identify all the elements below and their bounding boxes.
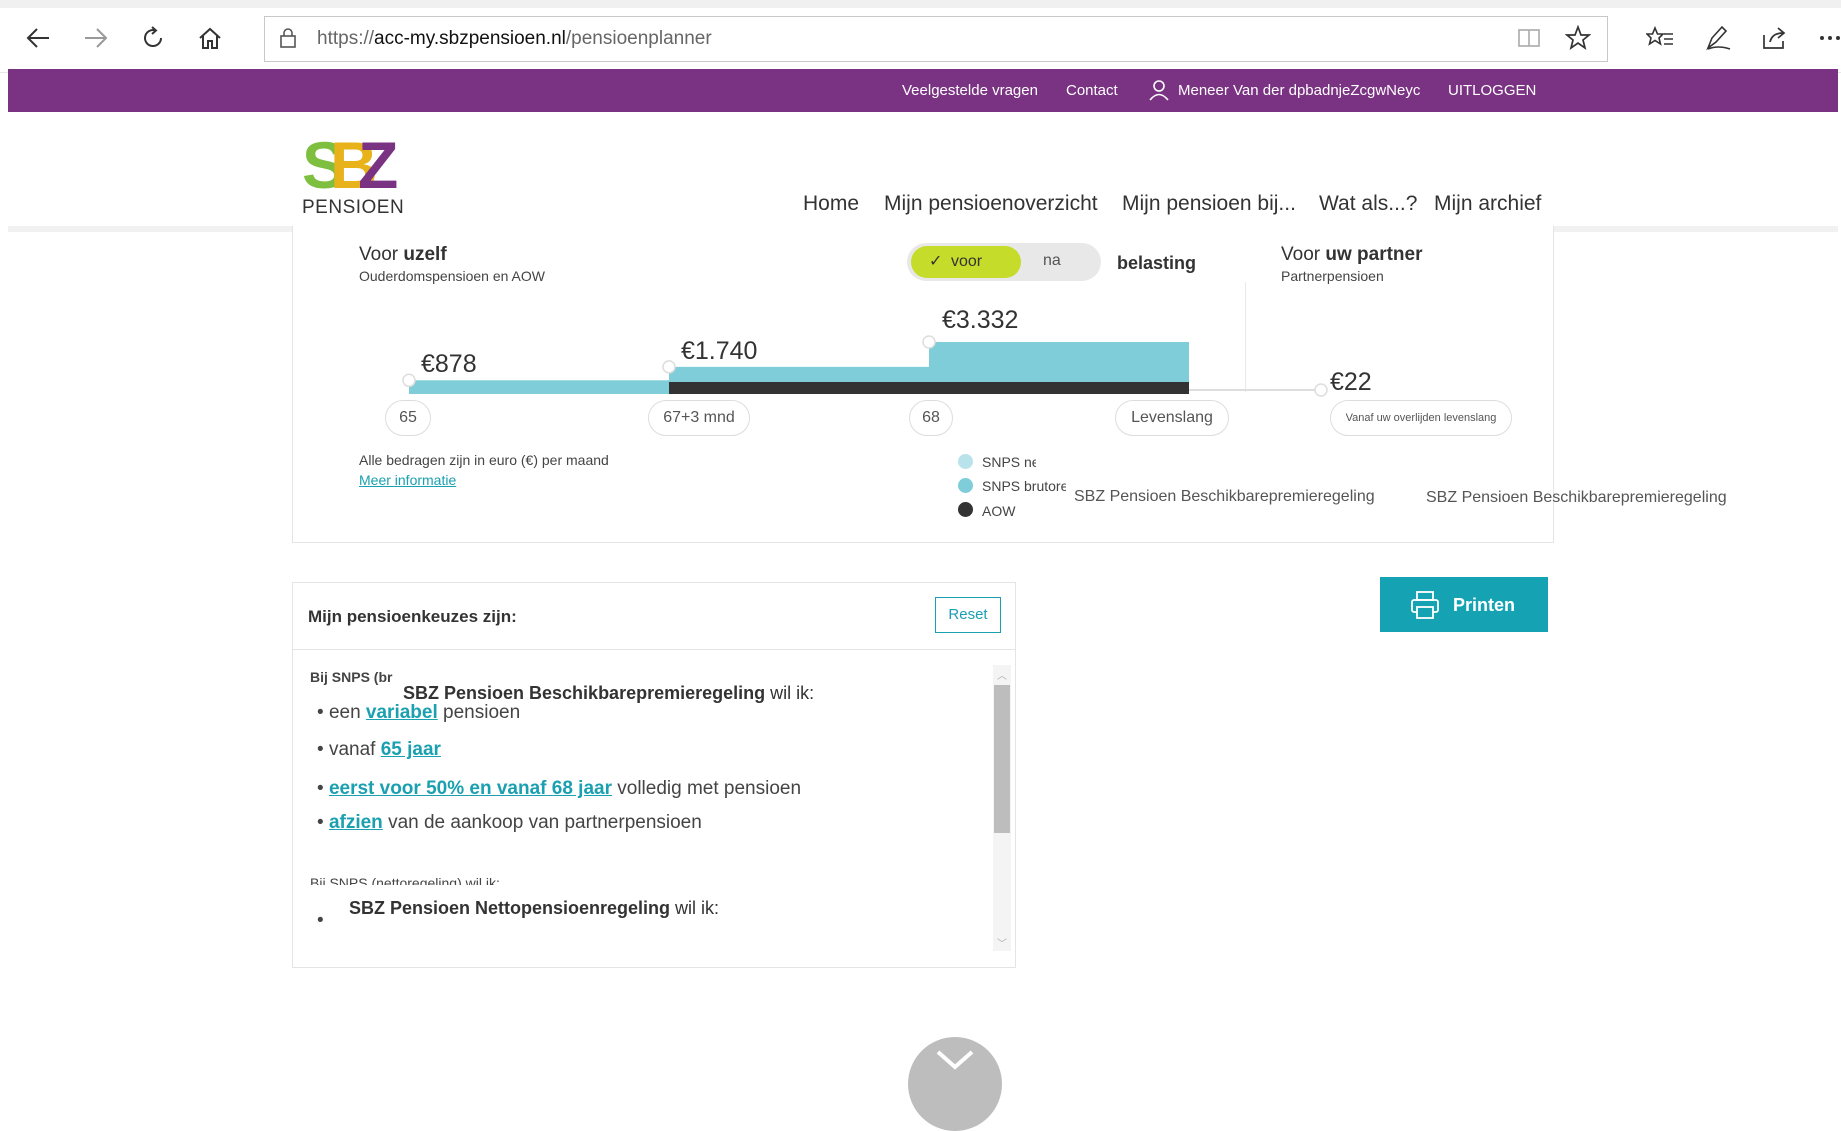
browser-toolbar: https://acc-my.sbzpensioen.nl/pensioenpl… [0,0,1841,73]
nav-my-pension-at[interactable]: Mijn pensioen bij... [1122,192,1296,216]
logout-link[interactable]: UITLOGGEN [1448,82,1536,99]
amount-label-68: €3.332 [942,306,1019,334]
section2-overlay: SBZ Pensioen Nettopensioenregeling wil i… [345,896,724,921]
age-pill-68[interactable]: 68 [909,400,953,436]
reading-view-icon[interactable] [1517,27,1541,54]
legend-dot-bruto [958,478,973,493]
legend-overlay-label-2: SBZ Pensioen Beschikbarepremieregeling [1426,489,1727,506]
step-marker-2 [922,335,936,349]
step-marker-0 [402,373,416,388]
bar-snps-1 [669,366,929,382]
age-pill-65[interactable]: 65 [385,400,431,436]
choices-header: Mijn pensioenkeuzes zijn: Reset [293,583,1015,650]
partner-pill[interactable]: Vanaf uw overlijden levenslang [1330,400,1512,436]
print-label: Printen [1453,595,1516,615]
address-bar[interactable]: https://acc-my.sbzpensioen.nl/pensioenpl… [264,16,1608,62]
pension-choices-panel: Mijn pensioenkeuzes zijn: Reset Bij SNPS… [292,582,1016,968]
lock-icon [279,27,297,54]
pen-icon[interactable] [1700,20,1736,56]
decline-link[interactable]: afzien [329,812,383,833]
favorite-star-icon[interactable] [1564,24,1592,56]
bar-aow-2 [929,382,1189,394]
amounts-note: Alle bedragen zijn in euro (€) per maand [359,452,609,468]
reset-button[interactable]: Reset [935,597,1001,633]
sbz-logo[interactable]: S B Z PENSIOEN [302,128,412,219]
section1-label: Bij SNPS (br [310,669,393,685]
section2-bullet: • [317,910,324,931]
step-marker-1 [662,360,676,374]
print-button[interactable]: Printen [1380,577,1548,632]
user-name[interactable]: Meneer Van der dpbadnjeZcgwNeyc [1178,82,1420,99]
tab-strip [0,0,1841,8]
bar-snps-0 [409,380,669,394]
legend-label-netto: SNPS ne [982,454,1036,470]
legend-dot-netto [958,454,973,469]
choice-partial-retirement: • eerst voor 50% en vanaf 68 jaar volled… [317,778,802,799]
legend-label-aow: AOW [982,503,1016,519]
chevron-down-icon [936,1050,974,1070]
nav-pension-overview[interactable]: Mijn pensioenoverzicht [884,192,1098,216]
nav-what-if[interactable]: Wat als...? [1319,192,1417,216]
scrollbar[interactable]: ︿ ﹀ [993,665,1011,951]
partial-retirement-link[interactable]: eerst voor 50% en vanaf 68 jaar [329,778,612,799]
age-pill-lifelong[interactable]: Levenslang [1115,400,1229,436]
site-header: S B Z PENSIOEN Home Mijn pensioenoverzic… [8,112,1838,232]
variable-link[interactable]: variabel [366,702,438,723]
nav-home[interactable]: Home [803,192,859,216]
partner-marker [1314,383,1328,397]
partner-amount: €22 [1330,368,1372,396]
amount-label-67: €1.740 [681,337,758,365]
bar-snps-2 [929,342,1189,382]
nav-archive[interactable]: Mijn archief [1434,192,1541,216]
scrollbar-thumb[interactable] [994,685,1010,833]
url-text: https://acc-my.sbzpensioen.nl/pensioenpl… [317,28,712,49]
scroll-down-button[interactable] [908,1037,1002,1131]
legend-label-bruto: SNPS brutore [982,478,1066,494]
section1-overlay: SBZ Pensioen Beschikbarepremieregeling w… [403,681,815,704]
choice-partner-pension: • afzien van de aankoop van partnerpensi… [317,812,702,833]
forward-icon[interactable] [78,20,114,56]
account-bar: Veelgestelde vragen Contact Meneer Van d… [8,69,1838,112]
favorites-list-icon[interactable] [1642,20,1678,56]
choice-variable-pension: • een variabel pensioen [317,702,521,723]
legend-dot-aow [958,502,973,517]
legend-overlay-label-1: SBZ Pensioen Beschikbarepremieregeling [1074,488,1375,505]
printer-icon [1410,590,1440,625]
bar-aow-1 [669,382,929,394]
age-65-link[interactable]: 65 jaar [381,739,441,760]
home-icon[interactable] [192,20,228,56]
svg-text:Z: Z [358,132,398,194]
more-info-link[interactable]: Meer informatie [359,472,456,488]
share-icon[interactable] [1757,20,1793,56]
user-icon [1148,79,1170,106]
logo-text: PENSIOEN [302,197,405,218]
amount-label-65: €878 [421,350,477,378]
section2-label: Bij SNPS (nettoregeling) wil ik: [310,875,500,885]
scroll-down-icon[interactable]: ﹀ [997,935,1007,950]
age-pill-67[interactable]: 67+3 mnd [648,400,750,436]
back-icon[interactable] [20,20,56,56]
more-options-icon[interactable] [1812,20,1841,56]
faq-link[interactable]: Veelgestelde vragen [902,82,1038,99]
contact-link[interactable]: Contact [1066,82,1118,99]
choices-title: Mijn pensioenkeuzes zijn: [308,607,517,626]
refresh-icon[interactable] [135,20,171,56]
choice-from-age: • vanaf 65 jaar [317,739,441,760]
scroll-up-icon[interactable]: ︿ [997,667,1007,682]
